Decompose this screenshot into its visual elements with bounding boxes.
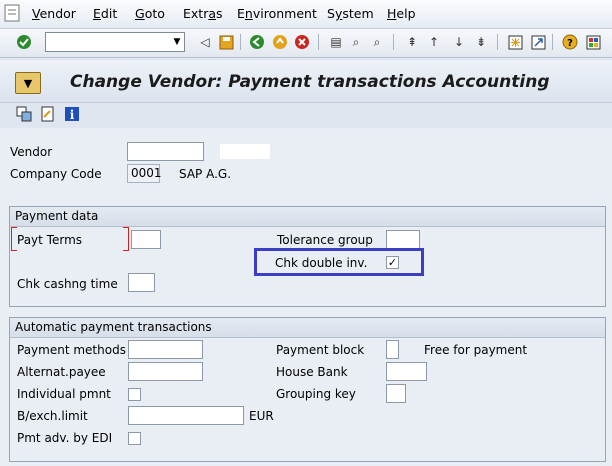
- menu-vendor[interactable]: Vendor: [32, 6, 76, 21]
- shortcut-icon[interactable]: [529, 33, 547, 51]
- collapse-command-icon[interactable]: ◁: [196, 33, 214, 51]
- house-bank-field[interactable]: [386, 362, 427, 381]
- last-page-icon[interactable]: ⇟: [472, 33, 490, 51]
- company-code-label: Company Code: [10, 167, 102, 181]
- help-icon[interactable]: ?: [561, 33, 579, 51]
- chk-cashng-time-field[interactable]: [128, 273, 155, 292]
- tolerance-group-label: Tolerance group: [277, 233, 373, 247]
- tolerance-group-field[interactable]: [386, 230, 420, 249]
- layout-menu-icon[interactable]: [584, 33, 602, 51]
- payment-methods-label: Payment methods: [17, 343, 126, 357]
- find-next-icon[interactable]: ⌕: [368, 33, 386, 51]
- page-title: Change Vendor: Payment transactions Acco…: [70, 72, 550, 92]
- command-field[interactable]: [45, 32, 185, 52]
- info-icon[interactable]: i: [64, 106, 80, 122]
- pmt-adv-edi-checkbox[interactable]: [128, 432, 141, 445]
- toolbar-separator: [552, 34, 553, 50]
- payment-methods-field[interactable]: [128, 340, 203, 359]
- company-code-field[interactable]: 0001: [127, 164, 162, 183]
- grouping-key-label: Grouping key: [276, 387, 356, 401]
- next-page-icon[interactable]: ↓: [450, 33, 468, 51]
- other-vendor-icon[interactable]: [16, 106, 32, 122]
- print-icon[interactable]: ▤: [327, 33, 345, 51]
- individual-pmnt-label: Individual pmnt: [17, 387, 111, 401]
- toolbar-separator: [497, 34, 498, 50]
- back-icon[interactable]: [248, 33, 266, 51]
- vendor-name-text: [220, 144, 270, 159]
- new-session-icon[interactable]: [506, 33, 524, 51]
- alternat-payee-label: Alternat.payee: [17, 365, 106, 379]
- company-name: SAP A.G.: [179, 167, 232, 181]
- payt-terms-label: Payt Terms: [17, 233, 83, 247]
- bexch-limit-field[interactable]: [128, 406, 244, 425]
- toolbar-separator: [318, 34, 319, 50]
- first-page-icon[interactable]: ⇞: [403, 33, 421, 51]
- payment-block-label: Payment block: [276, 343, 365, 357]
- vendor-field[interactable]: [127, 142, 204, 161]
- pmt-adv-edi-label: Pmt adv. by EDI: [17, 431, 113, 445]
- auto-payment-title: Automatic payment transactions: [10, 318, 605, 338]
- display-change-icon[interactable]: [40, 106, 56, 122]
- chk-cashng-time-label: Chk cashng time: [17, 277, 118, 291]
- bexch-limit-label: B/exch.limit: [17, 409, 88, 423]
- vendor-label: Vendor: [10, 145, 53, 159]
- alternat-payee-field[interactable]: [128, 362, 203, 381]
- house-bank-label: House Bank: [276, 365, 348, 379]
- menu-help[interactable]: Help: [387, 6, 416, 21]
- grouping-key-field[interactable]: [386, 384, 406, 403]
- toolbar-separator: [393, 34, 394, 50]
- payment-block-field[interactable]: [386, 340, 399, 359]
- menu-environment[interactable]: Environment: [237, 6, 317, 21]
- payment-block-text: Free for payment: [424, 343, 528, 357]
- individual-pmnt-checkbox[interactable]: [128, 388, 141, 401]
- sap-menu-icon[interactable]: [4, 4, 20, 22]
- toolbar-separator: [240, 34, 241, 50]
- menu-system[interactable]: System: [327, 6, 374, 21]
- payt-terms-field[interactable]: [131, 230, 161, 249]
- exit-icon[interactable]: [271, 33, 289, 51]
- svg-text:?: ?: [567, 38, 573, 49]
- enter-icon[interactable]: [15, 33, 33, 51]
- chk-double-inv-label: Chk double inv.: [275, 256, 368, 270]
- previous-page-icon[interactable]: ↑: [425, 33, 443, 51]
- chevron-down-icon[interactable]: ▼: [170, 33, 184, 51]
- menu-extras[interactable]: Extras: [183, 6, 223, 21]
- save-icon[interactable]: [217, 33, 235, 51]
- menu-edit[interactable]: Edit: [93, 6, 117, 21]
- chk-double-inv-checkbox[interactable]: ✓: [386, 256, 399, 269]
- screen-menu-icon[interactable]: ▼: [15, 72, 41, 94]
- svg-text:i: i: [70, 108, 75, 122]
- bexch-currency: EUR: [249, 409, 274, 423]
- find-icon[interactable]: ⌕: [347, 33, 365, 51]
- cancel-icon[interactable]: [293, 33, 311, 51]
- payment-data-title: Payment data: [10, 207, 605, 227]
- menu-goto[interactable]: Goto: [135, 6, 165, 21]
